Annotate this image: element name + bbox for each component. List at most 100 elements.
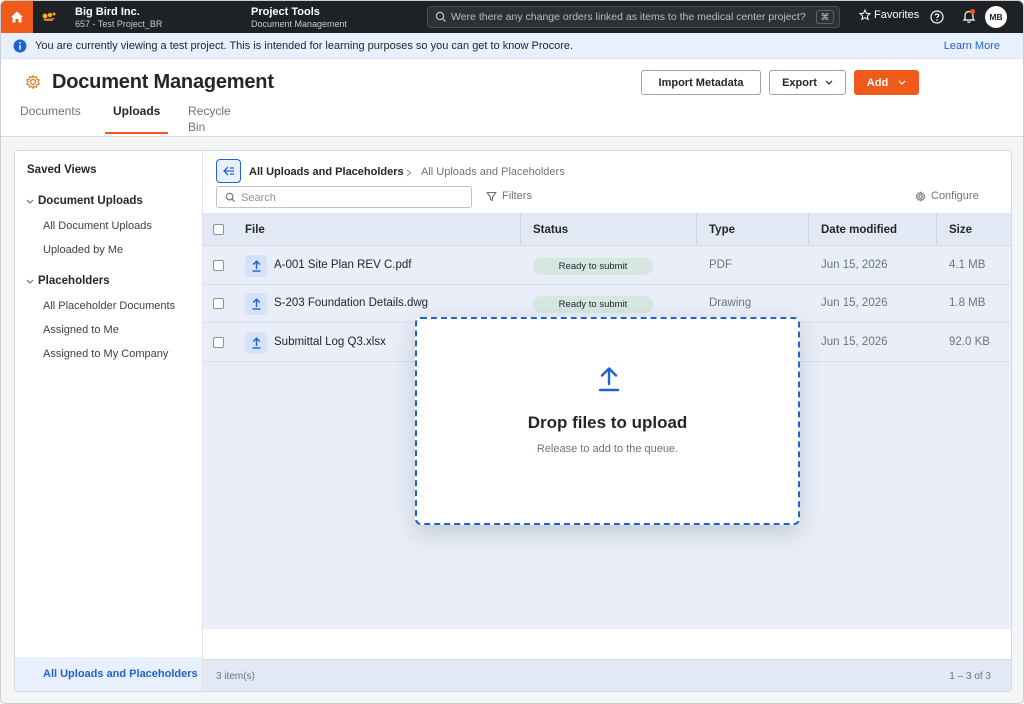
row-checkbox[interactable] [213,337,224,348]
tool-title: Project Tools [251,6,320,18]
date-modified: Jun 15, 2026 [821,336,888,348]
bird-logo-icon [42,12,56,21]
info-icon [13,39,27,53]
breadcrumb-current: All Uploads and Placeholders [421,166,565,178]
banner-message: You are currently viewing a test project… [35,40,574,52]
chevron-down-icon [825,80,833,85]
global-search[interactable]: Were there any change orders linked as i… [427,6,840,28]
avatar[interactable]: MB [985,6,1007,28]
favorites-label: Favorites [874,9,920,21]
test-project-banner: You are currently viewing a test project… [1,33,1023,59]
column-divider[interactable] [808,213,809,246]
search-icon [435,11,446,22]
global-header: Big Bird Inc. 657 - Test Project_BR Proj… [1,1,1023,33]
learn-more-link[interactable]: Learn More [944,40,1000,52]
table-footer: 3 item(s) 1 – 3 of 3 [203,659,1011,691]
search-icon [225,192,236,203]
status-badge: Ready to submit [533,258,653,275]
breadcrumb-root[interactable]: All Uploads and Placeholders [249,166,404,178]
upload-icon [245,255,267,277]
filters-button[interactable]: Filters [486,190,532,202]
chevron-down-icon [898,80,906,85]
export-label: Export [782,76,817,89]
filter-icon [486,191,497,201]
configure-label: Configure [931,190,979,202]
sidebar-item-all-placeholder-documents[interactable]: All Placeholder Documents [43,300,175,312]
upload-icon [245,332,267,354]
column-divider[interactable] [520,213,521,246]
notification-dot [970,9,975,14]
collapse-sidebar-button[interactable] [216,159,241,183]
home-icon [11,11,23,23]
tab-uploads[interactable]: Uploads [104,103,169,137]
file-name[interactable]: A-001 Site Plan REV C.pdf [274,259,411,271]
global-search-placeholder: Were there any change orders linked as i… [451,11,806,23]
sidebar-group-placeholders[interactable]: Placeholders [38,275,110,287]
column-status[interactable]: Status [533,224,568,236]
row-checkbox[interactable] [213,260,224,271]
project-name: 657 - Test Project_BR [75,19,163,29]
shortcut-hint: ⌘ [816,10,834,24]
item-count: 3 item(s) [216,671,255,682]
export-button[interactable]: Export [769,70,846,95]
search-input[interactable] [241,190,461,205]
home-button[interactable] [1,1,33,33]
sidebar-item-all-document-uploads[interactable]: All Document Uploads [43,220,152,232]
import-metadata-button[interactable]: Import Metadata [641,70,761,95]
file-type: PDF [709,259,732,271]
file-size: 4.1 MB [949,259,986,271]
file-size: 92.0 KB [949,336,990,348]
company-logo[interactable] [35,1,63,33]
sidebar-item-uploaded-by-me[interactable]: Uploaded by Me [43,244,123,256]
sidebar-item-assigned-to-me[interactable]: Assigned to Me [43,324,119,336]
company-project-selector[interactable]: Big Bird Inc. 657 - Test Project_BR [75,6,162,31]
sidebar-item-assigned-to-my-company[interactable]: Assigned to My Company [43,348,168,360]
gear-icon[interactable] [25,74,41,90]
tab-documents[interactable]: Documents [20,103,81,137]
active-view-label: All Uploads and Placeholders [43,668,198,680]
file-name[interactable]: Submittal Log Q3.xlsx [274,336,386,348]
column-divider[interactable] [936,213,937,246]
collapse-panel-icon [222,166,234,176]
drop-zone-title: Drop files to upload [527,413,688,432]
favorites-button[interactable]: Favorites [859,9,919,21]
chevron-right-icon [406,169,412,177]
tab-recycle-bin[interactable]: Recycle Bin [188,103,231,137]
chevron-down-icon[interactable] [26,279,34,285]
table-row[interactable]: A-001 Site Plan REV C.pdf Ready to submi… [203,247,1011,285]
tool-subtitle: Document Management [251,19,348,29]
configure-button[interactable]: Configure [915,190,979,202]
pagination: 1 – 3 of 3 [949,671,991,682]
date-modified: Jun 15, 2026 [821,259,888,271]
gear-icon [915,191,926,201]
chevron-down-icon[interactable] [26,199,34,205]
file-name[interactable]: S-203 Foundation Details.dwg [274,297,428,309]
page-title: Document Management [52,71,274,93]
select-all-checkbox[interactable] [213,224,224,235]
column-date-modified[interactable]: Date modified [821,224,897,236]
column-divider[interactable] [696,213,697,246]
sidebar-item-active-view[interactable]: All Uploads and Placeholders [15,657,202,691]
file-size: 1.8 MB [949,297,986,309]
date-modified: Jun 15, 2026 [821,297,888,309]
search-field[interactable] [216,186,472,208]
help-icon[interactable] [930,10,944,24]
table-header: File Status Type Date modified Size [203,213,1011,246]
tool-header: Document Management Documents Uploads Re… [1,59,1023,137]
drop-zone-overlay[interactable]: Drop files to upload Release to add to t… [415,317,800,525]
filters-label: Filters [502,190,532,202]
drop-zone-subtitle: Release to add to the queue. [536,443,679,455]
add-button[interactable]: Add [854,70,919,95]
tool-selector[interactable]: Project Tools Document Management [251,6,347,31]
column-size[interactable]: Size [949,224,972,236]
saved-views-title: Saved Views [27,164,97,176]
sidebar-group-document-uploads[interactable]: Document Uploads [38,195,143,207]
upload-icon [245,293,267,315]
company-name: Big Bird Inc. [75,6,140,18]
upload-arrow-icon [598,367,620,392]
column-type[interactable]: Type [709,224,735,236]
column-file[interactable]: File [245,224,265,236]
saved-views-sidebar: Saved Views Document Uploads All Documen… [15,151,203,691]
row-checkbox[interactable] [213,298,224,309]
import-metadata-label: Import Metadata [658,76,744,89]
